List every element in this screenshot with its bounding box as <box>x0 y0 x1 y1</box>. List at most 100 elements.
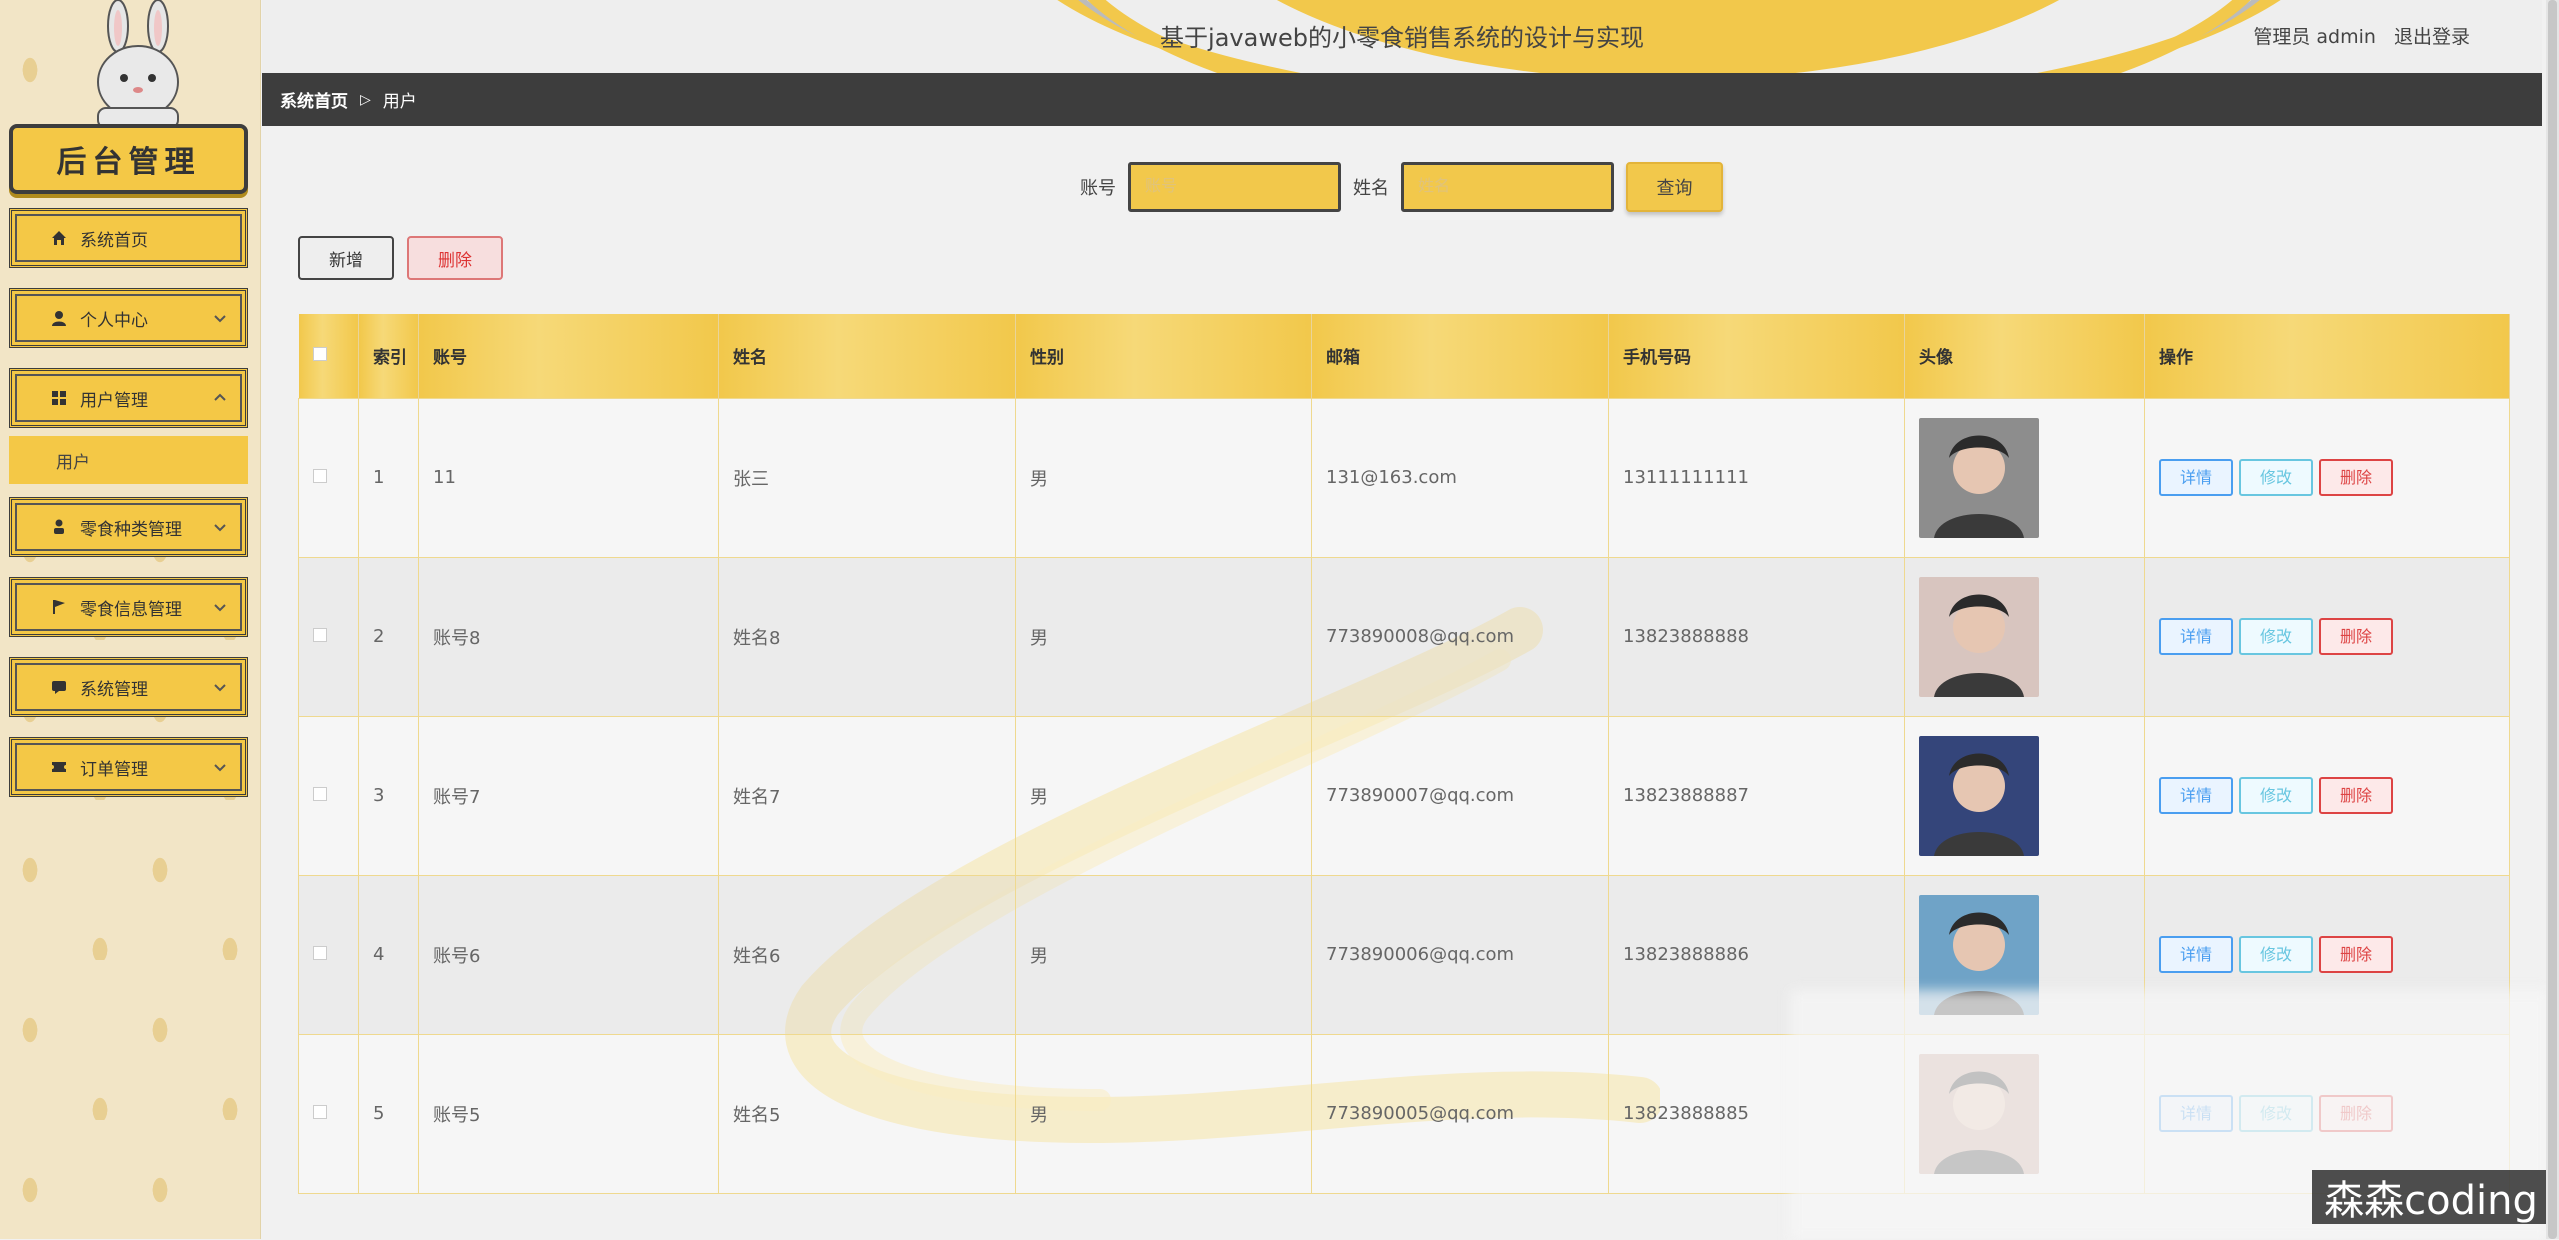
name-cell: 姓名8 <box>718 556 1016 717</box>
row-checkbox[interactable] <box>313 469 327 483</box>
breadcrumb-separator-icon: ▷ <box>360 91 371 108</box>
detail-button[interactable]: 详情 <box>2159 459 2233 496</box>
sidebar-item-label: 系统首页 <box>80 230 148 251</box>
column-header: 索引 <box>358 314 419 398</box>
chevron-down-icon <box>214 684 226 692</box>
rabbit-mascot-icon <box>97 0 179 129</box>
add-button[interactable]: 新增 <box>298 236 394 280</box>
home-icon <box>48 227 70 249</box>
chevron-down-icon <box>214 604 226 612</box>
chevron-down-icon <box>214 764 226 772</box>
name-cell: 姓名5 <box>718 1033 1016 1194</box>
column-header: 头像 <box>1904 314 2145 398</box>
chevron-down-icon <box>214 315 226 323</box>
chevron-up-icon <box>214 393 226 401</box>
row-checkbox[interactable] <box>313 1105 327 1119</box>
index-cell: 1 <box>358 397 419 558</box>
user-icon <box>48 307 70 329</box>
sidebar-item-system[interactable]: 系统管理 <box>9 657 248 717</box>
batch-delete-button[interactable]: 删除 <box>407 236 503 280</box>
delete-button[interactable]: 删除 <box>2319 777 2393 814</box>
edit-button[interactable]: 修改 <box>2239 618 2313 655</box>
delete-button[interactable]: 删除 <box>2319 618 2393 655</box>
sidebar-item-home[interactable]: 系统首页 <box>9 208 248 268</box>
account-label: 账号 <box>1080 178 1116 199</box>
email-cell: 131@163.com <box>1311 397 1609 558</box>
table-row: 1 11 张三男 131@163.com 13111111111 详情 修改 删除 <box>298 397 2510 558</box>
sidebar-item-snack-category[interactable]: 零食种类管理 <box>9 497 248 557</box>
detail-button[interactable]: 详情 <box>2159 936 2233 973</box>
sidebar-item-profile[interactable]: 个人中心 <box>9 288 248 348</box>
delete-button[interactable]: 删除 <box>2319 459 2393 496</box>
index-cell: 3 <box>358 715 419 876</box>
column-header: 性别 <box>1015 314 1312 398</box>
sidebar-item-user-management[interactable]: 用户管理 <box>9 368 248 428</box>
phone-cell: 13823888888 <box>1608 556 1905 717</box>
select-cell <box>298 715 359 876</box>
user-info: 管理员 admin 退出登录 <box>2241 22 2470 49</box>
index-cell: 2 <box>358 556 419 717</box>
name-cell: 张三 <box>718 397 1016 558</box>
breadcrumb: 系统首页 ▷ 用户 <box>262 73 2542 126</box>
person-icon <box>48 516 70 538</box>
row-checkbox[interactable] <box>313 787 327 801</box>
phone-cell: 13823888887 <box>1608 715 1905 876</box>
logout-link[interactable]: 退出登录 <box>2394 26 2470 48</box>
avatar <box>1919 735 2039 856</box>
select-cell <box>298 1033 359 1194</box>
email-cell: 773890005@qq.com <box>1311 1033 1609 1194</box>
row-checkbox[interactable] <box>313 628 327 642</box>
column-header: 操作 <box>2144 314 2510 398</box>
table-row: 2 账号8 姓名8 男 773890008@qq.com 13823888888 详情 修改删… <box>298 556 2510 717</box>
actions-cell: 详情修改删除 <box>2144 556 2510 717</box>
submenu-item-users[interactable]: 用户 <box>9 436 248 484</box>
top-header: 基于javaweb的小零食销售系统的设计与实现 管理员 admin 退出登录 <box>262 0 2542 73</box>
chevron-down-icon <box>214 524 226 532</box>
scrollbar-thumb[interactable] <box>2548 0 2557 1239</box>
avatar <box>1919 417 2039 538</box>
column-header: 账号 <box>418 314 719 398</box>
sidebar-item-orders[interactable]: 订单管理 <box>9 737 248 797</box>
chat-icon <box>48 676 70 698</box>
sidebar-item-label: 个人中心 <box>80 310 148 331</box>
gender-cell: 男 <box>1015 1033 1312 1194</box>
page-title: 基于javaweb的小零食销售系统的设计与实现 <box>1160 24 1644 52</box>
sidebar-item-label: 系统管理 <box>80 679 148 700</box>
select-cell <box>298 397 359 558</box>
detail-button[interactable]: 详情 <box>2159 618 2233 655</box>
account-cell: 11 <box>418 397 719 558</box>
edit-button[interactable]: 修改 <box>2239 936 2313 973</box>
account-cell: 账号6 <box>418 874 719 1035</box>
watermark: 森森coding <box>2312 1170 2550 1224</box>
row-checkbox[interactable] <box>313 946 327 960</box>
sidebar-item-label: 零食种类管理 <box>80 519 182 540</box>
account-cell: 账号7 <box>418 715 719 876</box>
query-button[interactable]: 查询 <box>1626 162 1723 212</box>
sidebar-item-label: 用户管理 <box>80 390 148 411</box>
detail-button[interactable]: 详情 <box>2159 777 2233 814</box>
account-search-input[interactable] <box>1128 162 1341 212</box>
gender-cell: 男 <box>1015 556 1312 717</box>
gender-cell: 男 <box>1015 715 1312 876</box>
select-cell <box>298 874 359 1035</box>
column-header: 姓名 <box>718 314 1016 398</box>
phone-cell: 13111111111 <box>1608 397 1905 558</box>
breadcrumb-home[interactable]: 系统首页 <box>280 87 348 112</box>
edit-button[interactable]: 修改 <box>2239 459 2313 496</box>
select-all-checkbox[interactable] <box>312 346 327 361</box>
delete-button[interactable]: 删除 <box>2319 936 2393 973</box>
actions-cell: 详情修改删除 <box>2144 715 2510 876</box>
gender-cell: 男 <box>1015 397 1312 558</box>
name-search-input[interactable] <box>1401 162 1614 212</box>
breadcrumb-current: 用户 <box>382 92 417 112</box>
column-header: 邮箱 <box>1311 314 1609 398</box>
avatar-cell <box>1904 715 2145 876</box>
name-label: 姓名 <box>1353 178 1389 199</box>
actions-cell: 详情修改删除 <box>2144 397 2510 558</box>
email-cell: 773890007@qq.com <box>1311 715 1609 876</box>
name-cell: 姓名6 <box>718 874 1016 1035</box>
ticket-icon <box>48 756 70 778</box>
sidebar-item-snack-info[interactable]: 零食信息管理 <box>9 577 248 637</box>
edit-button[interactable]: 修改 <box>2239 777 2313 814</box>
search-bar: 账号 姓名 查询 <box>1080 162 1723 212</box>
